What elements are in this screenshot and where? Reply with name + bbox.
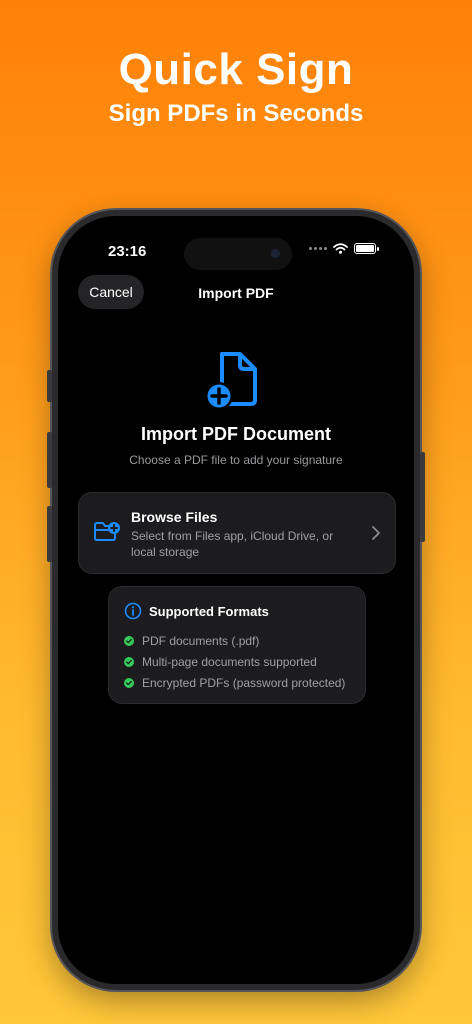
browse-files-title: Browse Files xyxy=(131,509,218,525)
import-title: Import PDF Document xyxy=(140,424,331,444)
folder-add-icon xyxy=(94,522,120,541)
action-button xyxy=(47,370,52,402)
format-item: PDF documents (.pdf) xyxy=(124,634,259,648)
nav-title: Import PDF xyxy=(198,285,274,301)
signal-icon xyxy=(309,247,327,250)
hero-subtitle: Sign PDFs in Seconds xyxy=(108,100,364,127)
status-time: 23:16 xyxy=(108,243,147,260)
format-item-label: Encrypted PDFs (password protected) xyxy=(142,676,346,690)
checkmark-circle-icon xyxy=(124,678,134,688)
power-button xyxy=(420,452,425,542)
supported-formats-title: Supported Formats xyxy=(149,604,269,619)
volume-down-button xyxy=(47,506,52,562)
supported-formats-card: Supported Formats PDF documents (.pdf) M… xyxy=(108,586,366,704)
chevron-right-icon xyxy=(372,526,380,540)
import-subtitle: Choose a PDF file to add your signature xyxy=(129,453,343,467)
document-add-icon xyxy=(205,352,257,410)
wifi-icon xyxy=(333,243,348,254)
format-item: Encrypted PDFs (password protected) xyxy=(124,676,345,690)
format-item-label: Multi-page documents supported xyxy=(142,655,317,669)
dynamic-island xyxy=(184,238,292,270)
phone-frame: 23:16 Cancel Import PDF Import PDF Docum… xyxy=(47,210,425,990)
checkmark-circle-icon xyxy=(124,636,134,646)
checkmark-circle-icon xyxy=(124,657,134,667)
status-icons xyxy=(309,243,379,254)
camera-icon xyxy=(271,249,280,258)
phone-screen: 23:16 Cancel Import PDF Import PDF Docum… xyxy=(58,216,414,984)
volume-up-button xyxy=(47,432,52,488)
battery-icon xyxy=(354,243,379,254)
browse-files-description: Select from Files app, iCloud Drive, or … xyxy=(131,529,334,559)
hero-title: Quick Sign xyxy=(118,45,354,94)
browse-files-card[interactable]: Browse Files Select from Files app, iClo… xyxy=(78,492,396,574)
info-icon xyxy=(124,602,142,620)
format-item-label: PDF documents (.pdf) xyxy=(142,634,260,648)
format-item: Multi-page documents supported xyxy=(124,655,317,669)
